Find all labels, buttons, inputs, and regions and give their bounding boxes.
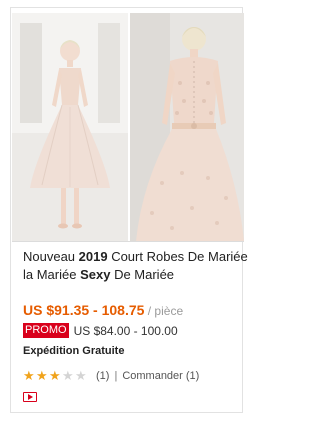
rating-stars: ★ ★ ★ ★ ★ — [23, 369, 88, 382]
star-empty-icon: ★ — [75, 368, 87, 383]
separator: | — [114, 369, 118, 382]
orders-count[interactable]: Commander (1) — [122, 370, 199, 382]
promo-price: US $84.00 - 100.00 — [73, 323, 178, 338]
product-image[interactable] — [12, 13, 244, 242]
title-part-1: Nouveau — [23, 249, 79, 264]
price-range: US $91.35 - 108.75 — [23, 302, 145, 318]
product-title[interactable]: Nouveau 2019 Court Robes De Mariée la Ma… — [23, 248, 248, 284]
rating-row: ★ ★ ★ ★ ★ (1) | Commander (1) — [23, 369, 199, 382]
price-unit: / pièce — [144, 304, 184, 318]
title-bold-word: Sexy — [80, 267, 111, 282]
star-filled-icon: ★ — [36, 368, 48, 383]
video-icon[interactable] — [23, 392, 37, 402]
title-part-3: De Mariée — [110, 267, 175, 282]
star-filled-icon: ★ — [23, 368, 35, 383]
price-row: US $91.35 - 108.75 / pièce — [23, 302, 183, 318]
title-year: 2019 — [78, 249, 108, 264]
free-shipping-label: Expédition Gratuite — [23, 345, 125, 357]
promo-badge: PROMO — [23, 323, 69, 338]
rating-count: (1) — [96, 369, 110, 382]
star-filled-icon: ★ — [49, 368, 61, 383]
star-empty-icon: ★ — [62, 368, 74, 383]
promo-row: PROMO US $84.00 - 100.00 — [23, 323, 178, 338]
